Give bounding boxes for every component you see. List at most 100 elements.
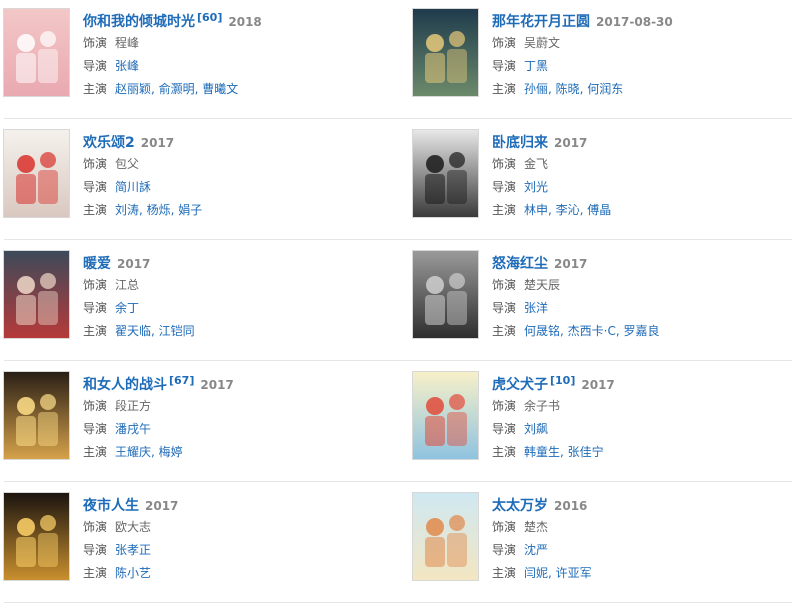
cast-label: 主演	[492, 203, 517, 217]
drama-year: 2017	[117, 257, 151, 271]
cast-links[interactable]: 何晟铭, 杰西卡·C, 罗嘉良	[524, 324, 659, 338]
cast-label: 主演	[83, 445, 108, 459]
cast-links[interactable]: 孙俪, 陈晓, 何润东	[524, 82, 623, 96]
director-line: 导演 刘光	[492, 176, 792, 199]
drama-year: 2017	[200, 378, 234, 392]
role-value: 楚天辰	[524, 278, 561, 292]
director-link[interactable]: 沈严	[524, 543, 548, 557]
cast-label: 主演	[83, 324, 108, 338]
poster-image	[4, 372, 69, 459]
role-label: 饰演	[492, 520, 517, 534]
director-line: 导演 丁黑	[492, 55, 792, 78]
cast-links[interactable]: 林申, 李沁, 傅晶	[524, 203, 611, 217]
cast-label: 主演	[492, 445, 517, 459]
cast-links[interactable]: 刘涛, 杨烁, 娟子	[115, 203, 202, 217]
drama-year: 2017	[554, 257, 588, 271]
cast-links[interactable]: 闫妮, 许亚军	[524, 566, 592, 580]
drama-info: 暖爱 2017 饰演 江总 导演 余丁 主演 翟天临, 江铠同	[83, 252, 383, 343]
cast-line: 主演 林申, 李沁, 傅晶	[492, 199, 792, 222]
title-line: 夜市人生 2017	[83, 494, 383, 516]
director-link[interactable]: 简川訸	[115, 180, 151, 194]
drama-poster[interactable]	[4, 9, 69, 96]
drama-poster[interactable]	[413, 251, 478, 338]
drama-info: 夜市人生 2017 饰演 欧大志 导演 张孝正 主演 陈小艺	[83, 494, 383, 585]
role-line: 饰演 楚杰	[492, 516, 792, 539]
poster-image	[413, 9, 478, 96]
cast-line: 主演 韩童生, 张佳宁	[492, 441, 792, 464]
drama-year: 2017-08-30	[596, 15, 673, 29]
drama-poster[interactable]	[4, 251, 69, 338]
role-label: 饰演	[83, 520, 108, 534]
cast-links[interactable]: 翟天临, 江铠同	[115, 324, 195, 338]
drama-card: 虎父犬子 [10] 2017 饰演 余子书 导演 刘飙 主演 韩童生, 张佳宁	[413, 363, 793, 484]
director-link[interactable]: 张孝正	[115, 543, 151, 557]
director-link[interactable]: 余丁	[115, 301, 139, 315]
drama-title-link[interactable]: 暖爱	[83, 256, 111, 272]
row-divider	[4, 360, 792, 361]
director-label: 导演	[492, 180, 517, 194]
drama-card: 怒海红尘 2017 饰演 楚天辰 导演 张洋 主演 何晟铭, 杰西卡·C, 罗嘉良	[413, 242, 793, 363]
drama-year: 2017	[554, 136, 588, 150]
cast-links[interactable]: 王耀庆, 梅婷	[115, 445, 183, 459]
reference-badge[interactable]: [60]	[197, 11, 222, 24]
title-line: 和女人的战斗 [67] 2017	[83, 373, 383, 395]
cast-links[interactable]: 陈小艺	[115, 566, 151, 580]
drama-poster[interactable]	[413, 372, 478, 459]
cast-label: 主演	[83, 566, 108, 580]
poster-image	[413, 372, 478, 459]
drama-poster[interactable]	[413, 130, 478, 217]
drama-title-link[interactable]: 卧底归来	[492, 135, 548, 151]
role-label: 饰演	[83, 36, 108, 50]
director-link[interactable]: 张洋	[524, 301, 548, 315]
title-line: 那年花开月正圆 2017-08-30	[492, 10, 792, 32]
drama-info: 欢乐颂2 2017 饰演 包父 导演 简川訸 主演 刘涛, 杨烁, 娟子	[83, 131, 383, 222]
cast-links[interactable]: 赵丽颖, 俞灏明, 曹曦文	[115, 82, 238, 96]
role-label: 饰演	[492, 36, 517, 50]
drama-title-link[interactable]: 怒海红尘	[492, 256, 548, 272]
poster-image	[4, 130, 69, 217]
drama-title-link[interactable]: 欢乐颂2	[83, 135, 135, 151]
role-line: 饰演 欧大志	[83, 516, 383, 539]
director-link[interactable]: 刘飙	[524, 422, 548, 436]
cast-links[interactable]: 韩童生, 张佳宁	[524, 445, 604, 459]
role-label: 饰演	[492, 157, 517, 171]
drama-year: 2017	[581, 378, 615, 392]
role-value: 吴蔚文	[524, 36, 561, 50]
poster-image	[413, 493, 478, 580]
drama-poster[interactable]	[4, 493, 69, 580]
drama-poster[interactable]	[413, 493, 478, 580]
cast-label: 主演	[83, 82, 108, 96]
drama-title-link[interactable]: 你和我的倾城时光	[83, 14, 195, 30]
drama-year: 2016	[554, 499, 588, 513]
drama-title-link[interactable]: 那年花开月正圆	[492, 14, 590, 30]
director-link[interactable]: 刘光	[524, 180, 548, 194]
cast-label: 主演	[492, 566, 517, 580]
cast-line: 主演 闫妮, 许亚军	[492, 562, 792, 585]
filmography-row: 欢乐颂2 2017 饰演 包父 导演 简川訸 主演 刘涛, 杨烁, 娟子 卧底归来 2017 饰演金…	[0, 121, 800, 242]
poster-image	[413, 130, 478, 217]
director-line: 导演 刘飙	[492, 418, 792, 441]
drama-poster[interactable]	[413, 9, 478, 96]
cast-line: 主演 王耀庆, 梅婷	[83, 441, 383, 464]
role-label: 饰演	[83, 157, 108, 171]
role-value: 江总	[115, 278, 140, 292]
drama-card: 暖爱 2017 饰演 江总 导演 余丁 主演 翟天临, 江铠同	[4, 242, 384, 363]
drama-info: 那年花开月正圆 2017-08-30 饰演 吴蔚文 导演 丁黑 主演 孙俪, 陈晓, 何润东	[492, 10, 792, 101]
drama-title-link[interactable]: 虎父犬子	[492, 377, 548, 393]
director-link[interactable]: 潘戌午	[115, 422, 151, 436]
director-label: 导演	[492, 301, 517, 315]
role-line: 饰演 段正方	[83, 395, 383, 418]
poster-image	[4, 9, 69, 96]
reference-badge[interactable]: [10]	[550, 374, 575, 387]
cast-line: 主演 刘涛, 杨烁, 娟子	[83, 199, 383, 222]
drama-poster[interactable]	[4, 130, 69, 217]
title-line: 虎父犬子 [10] 2017	[492, 373, 792, 395]
director-link[interactable]: 丁黑	[524, 59, 548, 73]
poster-image	[4, 493, 69, 580]
drama-poster[interactable]	[4, 372, 69, 459]
drama-title-link[interactable]: 和女人的战斗	[83, 377, 167, 393]
drama-title-link[interactable]: 夜市人生	[83, 498, 139, 514]
director-link[interactable]: 张峰	[115, 59, 139, 73]
drama-title-link[interactable]: 太太万岁	[492, 498, 548, 514]
reference-badge[interactable]: [67]	[169, 374, 194, 387]
